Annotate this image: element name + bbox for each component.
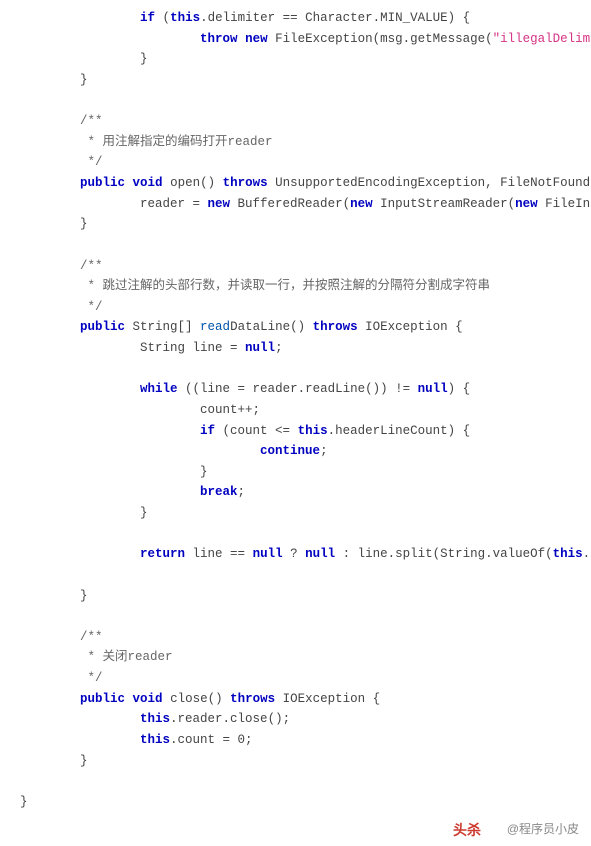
keyword-null: null <box>418 382 448 396</box>
keyword-throws: throws <box>230 692 275 706</box>
comment-line: * 关闭reader <box>20 650 173 664</box>
comment-line: * 用注解指定的编码打开reader <box>20 135 273 149</box>
keyword-new: new <box>245 32 268 46</box>
string-literal: "illegalDelimiter" <box>493 32 591 46</box>
keyword-this: this <box>170 11 200 25</box>
comment-line: */ <box>20 671 103 685</box>
keyword-public: public <box>80 176 125 190</box>
keyword-void: void <box>133 176 163 190</box>
watermark-badge: 头杀 <box>453 819 481 842</box>
keyword-void: void <box>133 692 163 706</box>
watermark-footer: 头杀 @程序员小皮 <box>0 820 591 846</box>
keyword-throws: throws <box>313 320 358 334</box>
keyword-throw: throw <box>200 32 238 46</box>
keyword-this: this <box>553 547 583 561</box>
keyword-this: this <box>140 733 170 747</box>
keyword-new: new <box>208 197 231 211</box>
comment-line: /** <box>20 114 103 128</box>
keyword-return: return <box>140 547 185 561</box>
keyword-new: new <box>515 197 538 211</box>
comment-line: * 跳过注解的头部行数，并读取一行，并按照注解的分隔符分割成字符串 <box>20 279 490 293</box>
code-block: if (this.delimiter == Character.MIN_VALU… <box>0 0 591 820</box>
comment-line: /** <box>20 630 103 644</box>
keyword-if: if <box>140 11 155 25</box>
keyword-continue: continue <box>260 444 320 458</box>
method-name: read <box>200 320 230 334</box>
keyword-null: null <box>245 341 275 355</box>
keyword-null: null <box>305 547 335 561</box>
keyword-this: this <box>298 424 328 438</box>
keyword-while: while <box>140 382 178 396</box>
keyword-public: public <box>80 320 125 334</box>
comment-line: /** <box>20 259 103 273</box>
keyword-new: new <box>350 197 373 211</box>
keyword-throws: throws <box>223 176 268 190</box>
comment-line: */ <box>20 300 103 314</box>
keyword-break: break <box>200 485 238 499</box>
keyword-if: if <box>200 424 215 438</box>
watermark-attr: @程序员小皮 <box>507 822 579 836</box>
keyword-this: this <box>140 712 170 726</box>
indent <box>20 11 140 25</box>
keyword-null: null <box>253 547 283 561</box>
keyword-public: public <box>80 692 125 706</box>
comment-line: */ <box>20 155 103 169</box>
